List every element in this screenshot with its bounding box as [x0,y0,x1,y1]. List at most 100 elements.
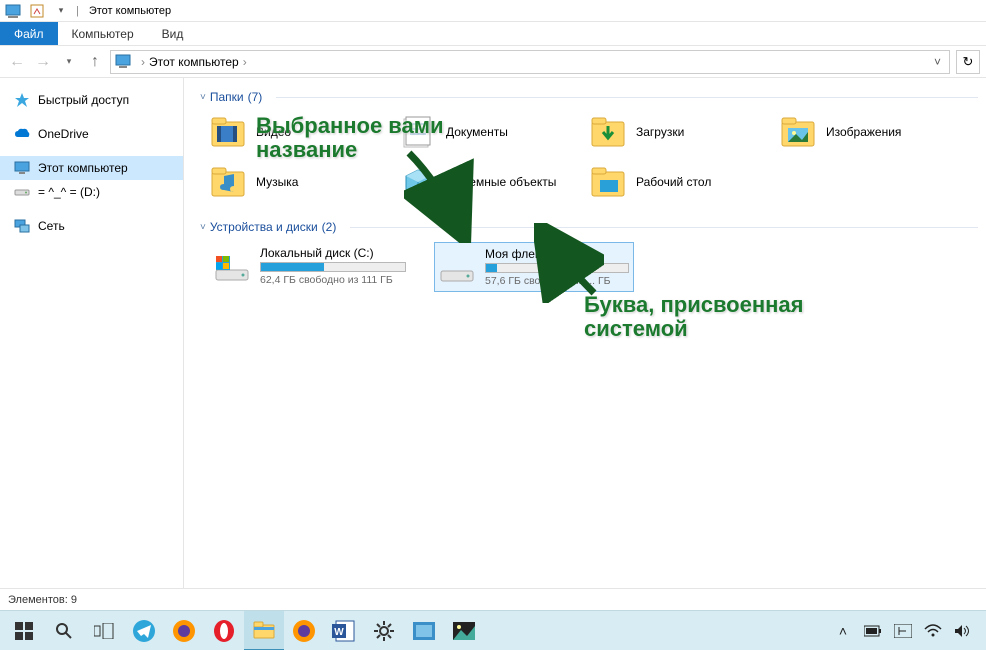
folder-documents[interactable]: Документы [400,112,590,152]
sidebar-item-quick-access[interactable]: Быстрый доступ [0,88,183,112]
folder-label: Изображения [826,125,901,139]
folder-icon [400,114,436,150]
ribbon-tabs: Файл Компьютер Вид [0,22,986,46]
folder-label: Загрузки [636,125,684,139]
group-title: Папки [210,90,244,104]
chevron-right-icon[interactable]: › [141,55,145,69]
address-bar-row: ← → ▾ ↑ › Этот компьютер › ˅ ↻ [0,46,986,78]
sidebar-item-label: = ^_^ = (D:) [38,185,100,199]
tray-battery-icon[interactable] [864,622,882,640]
sidebar-item-label: OneDrive [38,127,89,141]
title-separator: | [76,5,79,17]
annotation-system-letter: Буква, присвоенная системой [584,293,804,341]
tab-computer[interactable]: Компьютер [58,22,148,45]
tray-volume-icon[interactable] [954,622,972,640]
drive-free-text: 57,6 ГБ свободно из ... ГБ [485,275,629,287]
refresh-button[interactable]: ↻ [956,50,980,74]
drive-d[interactable]: Моя флешка (D:) 57,6 ГБ свободно из ... … [434,242,634,292]
sidebar-item-label: Быстрый доступ [38,93,129,107]
qat-properties-icon[interactable] [28,3,46,19]
nav-back-button[interactable]: ← [6,51,28,73]
folder-desktop[interactable]: Рабочий стол [590,162,780,202]
drive-name: Локальный диск (C:) [260,246,406,260]
address-icon [115,54,131,70]
taskbar-app-photos[interactable] [444,611,484,650]
tray-overflow-icon[interactable]: ˄ [834,622,852,640]
tray-wifi-icon[interactable] [924,622,942,640]
taskbar-app-telegram[interactable] [124,611,164,650]
folder-icon [590,164,626,200]
folder-label: Документы [446,125,508,139]
cloud-icon [14,126,30,142]
taskbar-app-generic-1[interactable] [404,611,444,650]
folder-images[interactable]: Изображения [780,112,970,152]
chevron-right-icon[interactable]: › [243,55,247,69]
drive-capacity-bar [485,263,629,273]
sidebar-item-drive-d[interactable]: = ^_^ = (D:) [0,180,183,204]
task-view-button[interactable] [84,611,124,650]
nav-forward-button[interactable]: → [32,51,54,73]
folder-3d-objects[interactable]: Объемные объекты [400,162,590,202]
network-icon [14,218,30,234]
start-button[interactable] [4,611,44,650]
status-item-count: Элементов: 9 [8,594,77,606]
folders-grid: Видео Документы Загрузки Изображения Муз… [210,112,978,202]
folder-music[interactable]: Музыка [210,162,400,202]
address-bar[interactable]: › Этот компьютер › ˅ [110,50,950,74]
nav-recent-dropdown[interactable]: ▾ [58,51,80,73]
folder-label: Объемные объекты [446,175,556,189]
taskbar-app-word[interactable]: W [324,611,364,650]
folder-icon [780,114,816,150]
group-header-devices[interactable]: ˅ Устройства и диски (2) [200,220,978,234]
drive-capacity-bar [260,262,406,272]
group-header-folders[interactable]: ˅ Папки (7) [200,90,978,104]
nav-up-button[interactable]: ↑ [84,51,106,73]
group-count: (7) [248,90,263,104]
chevron-down-icon: ˅ [200,92,206,103]
drive-free-text: 62,4 ГБ свободно из 111 ГБ [260,274,406,286]
content-pane: ˅ Папки (7) Видео Документы Загрузки Изо… [184,78,986,588]
group-title: Устройства и диски [210,220,318,234]
address-dropdown-icon[interactable]: ˅ [930,55,945,69]
folder-label: Рабочий стол [636,175,711,189]
taskbar-app-opera[interactable] [204,611,244,650]
taskbar-app-firefox[interactable] [164,611,204,650]
star-icon [14,92,30,108]
search-button[interactable] [44,611,84,650]
svg-text:W: W [334,627,344,638]
sidebar-item-onedrive[interactable]: OneDrive [0,122,183,146]
tab-view[interactable]: Вид [148,22,198,45]
folder-label: Музыка [256,175,298,189]
drive-icon [439,247,475,283]
qat-dropdown-icon[interactable]: ▾ [52,3,70,19]
navigation-pane: Быстрый доступ OneDrive Этот компьютер =… [0,78,184,588]
system-tray: ˄ [834,622,982,640]
drive-c[interactable]: Локальный диск (C:) 62,4 ГБ свободно из … [210,242,410,292]
breadcrumb-location[interactable]: Этот компьютер [149,55,239,69]
status-bar: Элементов: 9 [0,588,986,610]
tray-language-icon[interactable] [894,622,912,640]
taskbar-app-explorer[interactable] [244,611,284,650]
chevron-down-icon: ˅ [200,222,206,233]
drive-icon [14,184,30,200]
monitor-icon [14,160,30,176]
folder-downloads[interactable]: Загрузки [590,112,780,152]
folder-icon [210,114,246,150]
drives-row: Локальный диск (C:) 62,4 ГБ свободно из … [210,242,978,292]
group-count: (2) [322,220,337,234]
taskbar: W ˄ [0,610,986,650]
folder-icon [210,164,246,200]
drive-name: Моя флешка (D:) [485,247,629,261]
taskbar-app-settings[interactable] [364,611,404,650]
window-title: Этот компьютер [89,5,171,17]
folder-videos[interactable]: Видео [210,112,400,152]
sidebar-item-this-pc[interactable]: Этот компьютер [0,156,183,180]
folder-icon [590,114,626,150]
sidebar-item-label: Сеть [38,219,65,233]
folder-icon [400,164,436,200]
sidebar-item-network[interactable]: Сеть [0,214,183,238]
folder-label: Видео [256,125,291,139]
app-icon [4,3,22,19]
taskbar-app-firefox-2[interactable] [284,611,324,650]
file-tab[interactable]: Файл [0,22,58,45]
